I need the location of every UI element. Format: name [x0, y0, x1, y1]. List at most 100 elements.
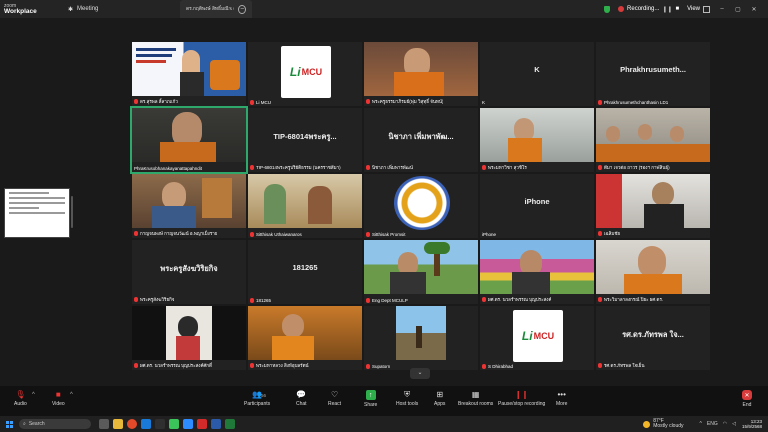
video-tile[interactable]: Li MCU Li MCU [248, 42, 362, 106]
video-tile[interactable]: เฉลิมชัย [596, 174, 710, 238]
chrome-icon[interactable] [127, 419, 137, 429]
pause-stop-icon: ❙❙ [514, 390, 529, 399]
video-button[interactable]: ■ Video [52, 390, 65, 407]
store-icon[interactable] [155, 419, 165, 429]
participant-label: พระครูสังฆวิริยกิจ [160, 264, 218, 273]
taskbar-search[interactable]: ⌕ Search [19, 419, 91, 429]
doc-line [9, 202, 65, 204]
more-button[interactable]: ••• More [556, 390, 567, 407]
video-tile[interactable]: Sitthisak Promsit [364, 174, 478, 238]
host-tools-button[interactable]: ⛨ Host tools [396, 390, 419, 408]
shared-screen-thumbnail[interactable] [4, 188, 70, 238]
line-icon[interactable] [169, 419, 179, 429]
close-tab-icon[interactable]: – [238, 4, 246, 14]
video-tile[interactable]: พระมหาวิชา สุวชิโร [480, 108, 594, 172]
end-button[interactable]: ✕ End [742, 390, 752, 408]
tab-share-label: ดร.กฤติพงษ์ สิทธิ์มณี's screen [186, 7, 234, 12]
search-placeholder: Search [28, 421, 45, 427]
apps-button[interactable]: ⊞ Apps [434, 390, 445, 407]
video-tile[interactable]: K K [480, 42, 594, 106]
doc-line [9, 212, 65, 214]
video-tile-active-speaker[interactable]: PhraKrusobhanakayanattapahndit [130, 106, 248, 174]
windows-start-icon[interactable] [6, 420, 13, 428]
mic-muted-icon [598, 231, 602, 236]
zoom-brand: zoom Workplace [0, 3, 62, 15]
host-tools-label: Host tools [396, 401, 419, 407]
word-icon[interactable] [211, 419, 221, 429]
chat-button[interactable]: 💬 Chat [296, 390, 307, 407]
participant-name: TIP-68014พระครูปริยัติธรรม (นครราชสีมา) [250, 164, 341, 171]
video-tile[interactable]: กาญจนพงษ์ กาญจนวัฒน์ อ.พญาเม็งราย [132, 174, 246, 238]
recording-button[interactable]: ❙❙ Pause/stop recording [498, 390, 545, 407]
language-icon[interactable]: ENG [707, 421, 718, 427]
video-tile[interactable]: Supatorn [364, 306, 478, 370]
video-tile[interactable]: Eng Dept MCULP [364, 240, 478, 304]
video-tile[interactable]: ผศ.ดร. นวลรำพรรณ บุญประสงค์ [480, 240, 594, 304]
close-window-icon[interactable]: ✕ [750, 6, 758, 13]
system-tray: ^ ENG ◠ ◁ [700, 421, 736, 427]
zoom-icon[interactable] [183, 419, 193, 429]
video-tile[interactable]: พระมหาหลวง สิงห์อุบลรัตน์ [248, 306, 362, 370]
task-view-icon[interactable] [99, 419, 109, 429]
tab-meeting[interactable]: ✱ Meeting [62, 0, 180, 18]
video-label: Video [52, 401, 65, 407]
stop-icon[interactable]: ■ [675, 6, 679, 12]
chevron-up-icon[interactable]: ^ [700, 421, 702, 427]
minimize-icon[interactable]: – [718, 6, 726, 12]
splitter-handle[interactable] [71, 196, 73, 228]
clock[interactable]: 13:23 15/9/2568 [742, 419, 762, 429]
video-tile[interactable]: ผศ.ดร. นวลรำพรรณ บุญประสงค์ศักดิ์ [132, 306, 246, 370]
participant-name: รศ.ดร.ภัทรพล ใจเย็น [598, 362, 645, 369]
video-tile[interactable]: Li MCU S Dhirabhad [480, 306, 594, 370]
video-tile[interactable]: 181265 181265 [248, 240, 362, 304]
more-dots-icon: ••• [557, 390, 566, 399]
doc-line [9, 207, 39, 209]
video-tile[interactable]: ดร.สุรพล ลี้ลาภแก้ว [132, 42, 246, 106]
participant-name: iPhone [482, 232, 497, 237]
chat-icon: 💬 [296, 390, 307, 399]
participant-label: 181265 [292, 263, 318, 272]
mic-muted-icon [366, 364, 370, 369]
video-tile[interactable]: พระครูสังฆวิริยกิจ พระครูสังฆวิริยกิจ [132, 240, 246, 304]
video-tile[interactable]: TIP-68014พระครู... TIP-68014พระครูปริยัต… [248, 108, 362, 172]
video-tile[interactable]: Sitthisak Uthaiwanaros [248, 174, 362, 238]
maximize-icon[interactable]: ▢ [734, 6, 742, 13]
share-button[interactable]: ↑ Share [364, 390, 377, 408]
wifi-icon[interactable]: ◠ [723, 421, 727, 427]
pause-icon[interactable]: ❙❙ [662, 6, 672, 13]
pdf-icon[interactable] [197, 419, 207, 429]
video-tile[interactable]: ดีมา เจวต่อ ถาวร (รองฯ กาฬสินธุ์) [596, 108, 710, 172]
breakout-label: Breakout rooms [458, 401, 494, 407]
video-options-chevron-icon[interactable]: ^ [70, 392, 73, 398]
speaker-icon[interactable]: ◁ [732, 421, 736, 427]
react-button[interactable]: ♡ React [328, 390, 341, 407]
video-tile[interactable]: พระวิมาลาลงกรณ์ ปิยะ ผศ.ดร. [596, 240, 710, 304]
file-explorer-icon[interactable] [113, 419, 123, 429]
monk-photo [364, 42, 478, 96]
participant-name: เฉลิมชัย [598, 230, 620, 237]
excel-icon[interactable] [225, 419, 235, 429]
audio-button[interactable]: 🎙 Audio [14, 390, 27, 407]
edge-icon[interactable] [141, 419, 151, 429]
participant-name: พระครูธรรมาภิรมย์(พุ่ม วิสุทฺธิ์ จันทน์) [366, 98, 443, 105]
recording-indicator[interactable]: Recording... ❙❙ ■ [618, 6, 679, 13]
video-tile[interactable]: นิชาภา เพิ่มพาพัฒ... นิชาภา เพิ่มพารพัฒน… [364, 108, 478, 172]
audio-options-chevron-icon[interactable]: ^ [32, 392, 35, 398]
video-tile[interactable]: รศ.ดร.ภัทรพล ใจ... รศ.ดร.ภัทรพล ใจเย็น [596, 306, 710, 370]
weather-widget[interactable]: 87°F Mostly cloudy [643, 419, 684, 429]
participants-button[interactable]: 👥 Participants [244, 390, 270, 407]
tab-shared-screen[interactable]: ดร.กฤติพงษ์ สิทธิ์มณี's screen – [180, 0, 252, 18]
view-button[interactable]: View [687, 5, 710, 13]
participant-label: TIP-68014พระครู... [273, 132, 337, 141]
video-tile[interactable]: Phrakhrusumeth... Phrakhrusumethchanthas… [596, 42, 710, 106]
video-tile[interactable]: iPhone iPhone [480, 174, 594, 238]
encryption-shield-icon[interactable] [604, 5, 611, 13]
mic-muted-icon [250, 232, 254, 237]
breakout-rooms-button[interactable]: ▦ Breakout rooms [458, 390, 493, 407]
video-tile[interactable]: พระครูธรรมาภิรมย์(พุ่ม วิสุทฺธิ์ จันทน์) [364, 42, 478, 106]
title-bar: zoom Workplace ✱ Meeting ดร.กฤติพงษ์ สิท… [0, 0, 768, 18]
chevron-down-icon[interactable]: ⌄ [410, 368, 430, 379]
university-seal-logo [394, 176, 450, 230]
participant-name: Li MCU [250, 100, 271, 105]
participant-label: iPhone [524, 197, 550, 206]
